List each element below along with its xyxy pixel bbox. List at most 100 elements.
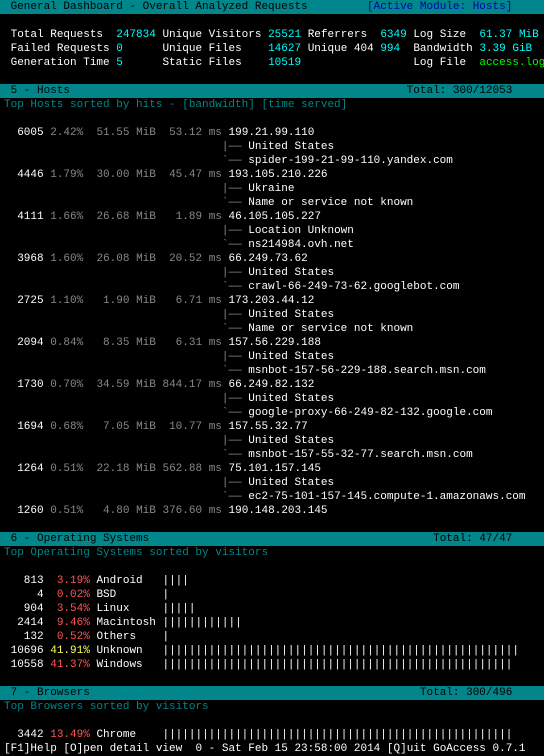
os-hits: 813 — [11, 575, 44, 587]
host-row[interactable]: 6005 2.42% 51.55 MiB 53.12 ms 199.21.99.… — [0, 126, 544, 140]
host-ip: 193.105.210.226 — [229, 169, 328, 181]
host-hits: 2725 — [11, 295, 44, 307]
host-row[interactable]: 4446 1.79% 30.00 MiB 45.47 ms 193.105.21… — [0, 168, 544, 182]
spacer — [0, 672, 544, 686]
panel-title: 7 - Browsers — [4, 687, 90, 699]
tree-branch-end-icon: `—— — [222, 365, 248, 377]
tree-branch-icon: |—— — [222, 309, 248, 321]
host-row[interactable]: 1264 0.51% 22.18 MiB 562.88 ms 75.101.15… — [0, 462, 544, 476]
host-country: United States — [248, 393, 334, 405]
quit-hint[interactable]: [Q]uit GoAccess 0.7.1 — [387, 743, 526, 755]
host-child: |—— United States — [0, 434, 544, 448]
os-hits: 904 — [11, 603, 44, 615]
os-row[interactable]: 813 3.19% Android |||| — [0, 574, 544, 588]
tree-branch-icon: |—— — [222, 141, 248, 153]
host-child: `—— Name or service not known — [0, 322, 544, 336]
help-hint[interactable]: [F1]Help [O]pen detail view — [4, 743, 182, 755]
host-child: |—— Location Unknown — [0, 224, 544, 238]
os-name: Android — [96, 575, 162, 587]
stat-value: access.log — [479, 57, 544, 69]
host-row[interactable]: 4111 1.66% 26.68 MiB 1.89 ms 46.105.105.… — [0, 210, 544, 224]
active-module: [Active Module: Hosts] — [367, 1, 512, 13]
os-row[interactable]: 904 3.54% Linux ||||| — [0, 602, 544, 616]
tree-branch-end-icon: `—— — [222, 281, 248, 293]
tree-branch-icon: |—— — [222, 435, 248, 447]
bar-chart: ||||| — [162, 603, 195, 615]
tree-branch-end-icon: `—— — [222, 407, 248, 419]
os-row[interactable]: 2414 9.46% Macintosh |||||||||||| — [0, 616, 544, 630]
os-pct: 0.52% — [50, 631, 90, 643]
summary-row: Generation Time 5 Static Files 10519 Log… — [0, 56, 544, 70]
stat-value: 5 — [116, 57, 162, 69]
panel-header[interactable]: 6 - Operating Systems Total: 47/47 — [0, 532, 544, 546]
os-hits: 2414 — [11, 617, 44, 629]
host-name: Name or service not known — [248, 197, 413, 209]
host-child: `—— msnbot-157-56-229-188.search.msn.com — [0, 364, 544, 378]
host-name: google-proxy-66-249-82-132.google.com — [248, 407, 492, 419]
host-pct: 0.70% — [50, 379, 83, 391]
os-row[interactable]: 4 0.02% BSD | — [0, 588, 544, 602]
os-pct: 0.02% — [50, 589, 90, 601]
host-bw: 8.35 MiB — [90, 337, 156, 349]
panel-total: Total: 300/12053 — [407, 85, 513, 97]
footer-date: 0 - Sat Feb 15 23:58:00 2014 — [195, 743, 380, 755]
stat-value: 61.37 MiB — [479, 29, 538, 41]
host-ts: 6.71 ms — [162, 295, 221, 307]
spacer — [0, 70, 544, 84]
spacer — [0, 714, 544, 728]
host-child: `—— spider-199-21-99-110.yandex.com — [0, 154, 544, 168]
os-row[interactable]: 132 0.52% Others | — [0, 630, 544, 644]
host-row[interactable]: 1694 0.68% 7.05 MiB 10.77 ms 157.55.32.7… — [0, 420, 544, 434]
stat-value — [380, 57, 413, 69]
host-pct: 0.68% — [50, 421, 83, 433]
host-hits: 1264 — [11, 463, 44, 475]
host-row[interactable]: 2094 0.84% 8.35 MiB 6.31 ms 157.56.229.1… — [0, 336, 544, 350]
spacer — [0, 518, 544, 532]
host-row[interactable]: 1260 0.51% 4.80 MiB 376.60 ms 190.148.20… — [0, 504, 544, 518]
host-row[interactable]: 3968 1.60% 26.08 MiB 20.52 ms 66.249.73.… — [0, 252, 544, 266]
stat-value: 3.39 GiB — [479, 43, 532, 55]
tree-branch-end-icon: `—— — [222, 449, 248, 461]
host-child: |—— United States — [0, 392, 544, 406]
stat-value: 25521 — [268, 29, 308, 41]
tree-branch-icon: |—— — [222, 267, 248, 279]
host-ip: 157.56.229.188 — [229, 337, 321, 349]
host-ts: 1.89 ms — [162, 211, 221, 223]
os-pct: 3.19% — [50, 575, 90, 587]
host-hits: 1260 — [11, 505, 44, 517]
host-hits: 3968 — [11, 253, 44, 265]
host-hits: 6005 — [11, 127, 44, 139]
stat-value: 10519 — [268, 57, 308, 69]
summary-row: Failed Requests 0 Unique Files 14627 Uni… — [0, 42, 544, 56]
panel-subtitle: Top Hosts sorted by hits - [bandwidth] [… — [0, 98, 544, 112]
host-ip: 199.21.99.110 — [229, 127, 315, 139]
host-pct: 2.42% — [50, 127, 83, 139]
os-pct: 41.37% — [50, 659, 90, 671]
stat-label: Unique Visitors — [162, 29, 268, 41]
tree-branch-end-icon: `—— — [222, 155, 248, 167]
host-hits: 4111 — [11, 211, 44, 223]
os-pct: 9.46% — [50, 617, 90, 629]
browser-row[interactable]: 3442 13.49% Chrome |||||||||||||||||||||… — [0, 728, 544, 742]
os-row[interactable]: 10558 41.37% Windows |||||||||||||||||||… — [0, 658, 544, 672]
host-child: |—— United States — [0, 476, 544, 490]
stat-value: 0 — [116, 43, 162, 55]
host-country: Location Unknown — [248, 225, 354, 237]
panel-header[interactable]: 7 - Browsers Total: 300/496 — [0, 686, 544, 700]
host-row[interactable]: 1730 0.70% 34.59 MiB 844.17 ms 66.249.82… — [0, 378, 544, 392]
panel-header[interactable]: 5 - Hosts Total: 300/12053 — [0, 84, 544, 98]
host-child: `—— google-proxy-66-249-82-132.google.co… — [0, 406, 544, 420]
host-child: |—— United States — [0, 308, 544, 322]
os-row[interactable]: 10696 41.91% Unknown |||||||||||||||||||… — [0, 644, 544, 658]
tree-branch-end-icon: `—— — [222, 491, 248, 503]
tree-branch-icon: |—— — [222, 351, 248, 363]
tree-branch-end-icon: `—— — [222, 197, 248, 209]
os-hits: 10696 — [11, 645, 44, 657]
stat-label: Failed Requests — [11, 43, 117, 55]
host-name: crawl-66-249-73-62.googlebot.com — [248, 281, 459, 293]
host-country: United States — [248, 435, 334, 447]
host-hits: 1694 — [11, 421, 44, 433]
host-child: `—— ec2-75-101-157-145.compute-1.amazona… — [0, 490, 544, 504]
host-child: `—— Name or service not known — [0, 196, 544, 210]
host-row[interactable]: 2725 1.10% 1.90 MiB 6.71 ms 173.203.44.1… — [0, 294, 544, 308]
